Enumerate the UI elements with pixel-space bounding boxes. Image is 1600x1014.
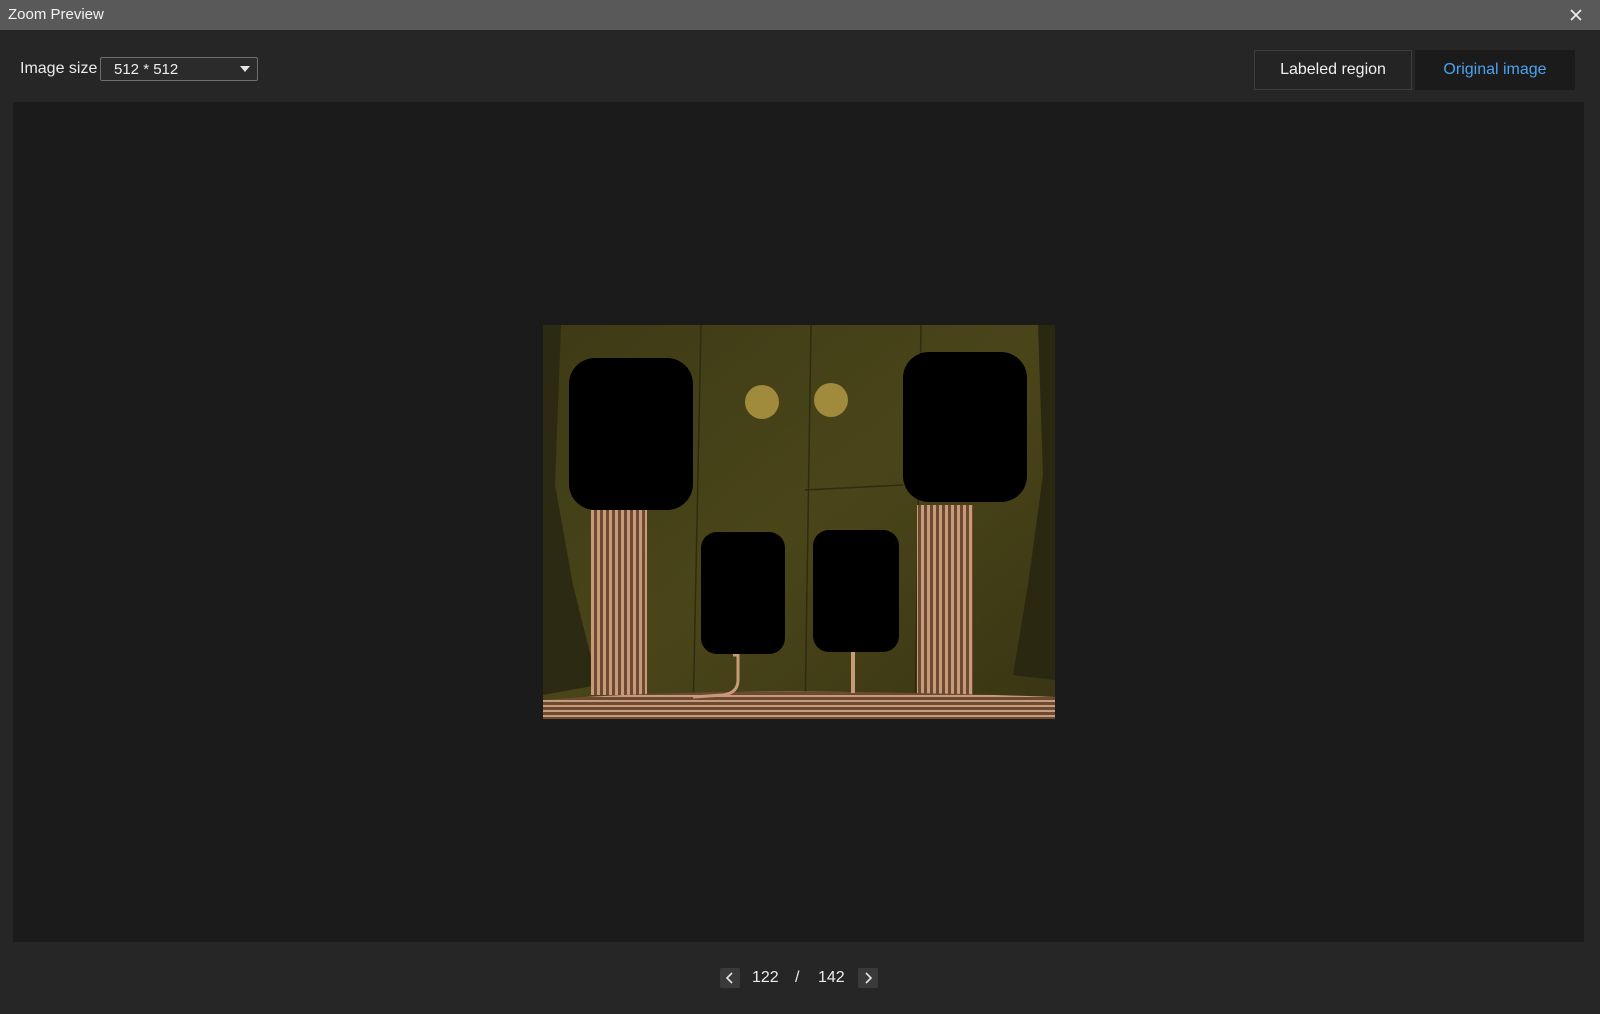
image-viewer[interactable]: [13, 102, 1584, 942]
chevron-left-icon: [725, 972, 733, 984]
image-size-label: Image size: [20, 60, 98, 77]
current-page: 122: [752, 969, 779, 986]
labeled-region-tab-label: Labeled region: [1280, 61, 1386, 78]
close-icon: [1570, 9, 1582, 21]
page-separator: /: [795, 969, 800, 986]
toolbar: Image size 512 * 512 Labeled region Orig…: [0, 30, 1600, 102]
next-page-button[interactable]: [858, 968, 878, 988]
image-size-select[interactable]: 512 * 512: [100, 57, 258, 81]
labeled-region-tab[interactable]: Labeled region: [1254, 50, 1412, 90]
preview-image: [543, 325, 1055, 719]
prev-page-button[interactable]: [720, 968, 740, 988]
title-bar: Zoom Preview: [0, 0, 1600, 30]
chevron-down-icon: [240, 66, 250, 72]
chevron-right-icon: [865, 972, 873, 984]
original-image-tab-label: Original image: [1443, 61, 1547, 78]
pcb-image: [543, 325, 1055, 719]
original-image-tab[interactable]: Original image: [1415, 50, 1575, 90]
window-title: Zoom Preview: [8, 6, 104, 23]
image-size-value: 512 * 512: [114, 61, 179, 78]
close-button[interactable]: [1566, 5, 1586, 25]
total-pages: 142: [818, 969, 845, 986]
pagination: 122 / 142: [0, 966, 1600, 990]
zoom-preview-window: Zoom Preview Image size 512 * 512 Labele…: [0, 0, 1600, 1014]
